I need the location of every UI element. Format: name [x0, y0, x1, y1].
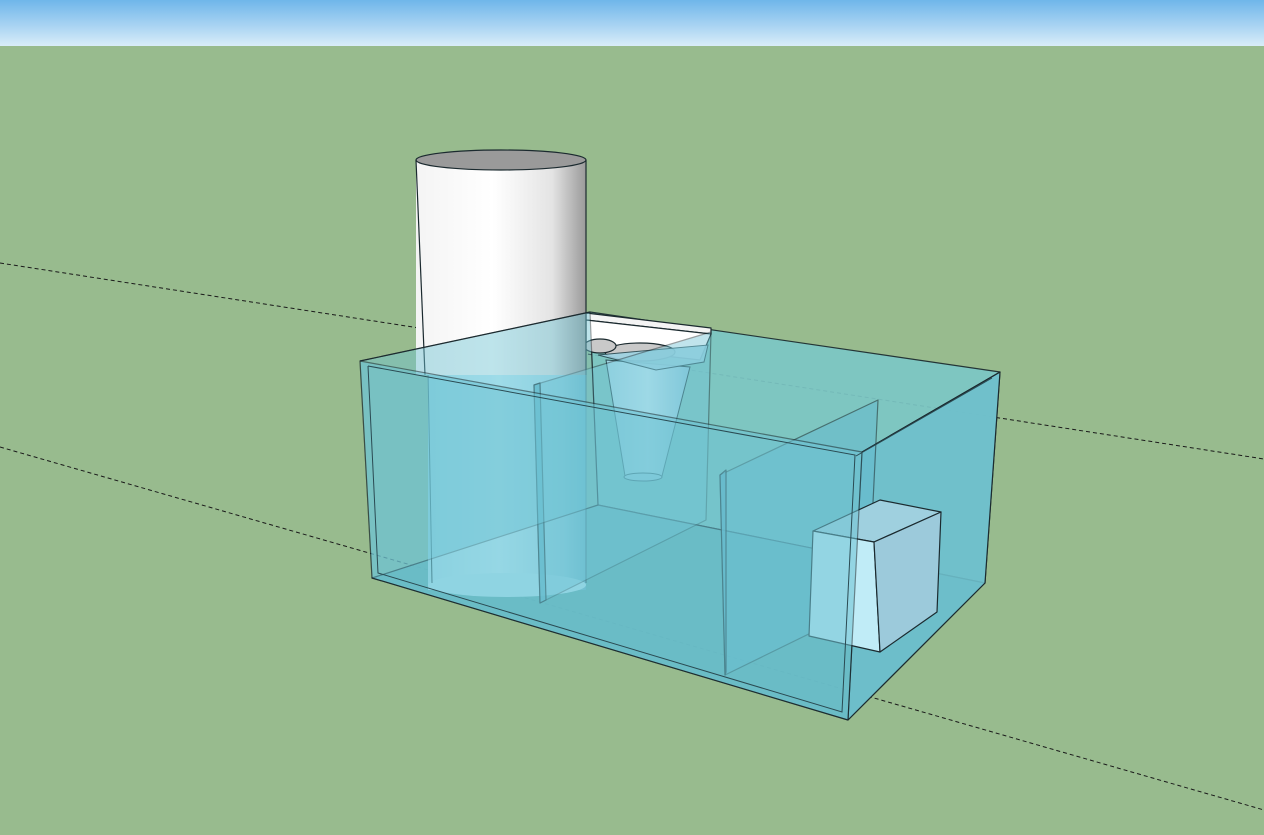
sump-model[interactable]	[0, 0, 1264, 835]
3d-viewport[interactable]	[0, 0, 1264, 835]
